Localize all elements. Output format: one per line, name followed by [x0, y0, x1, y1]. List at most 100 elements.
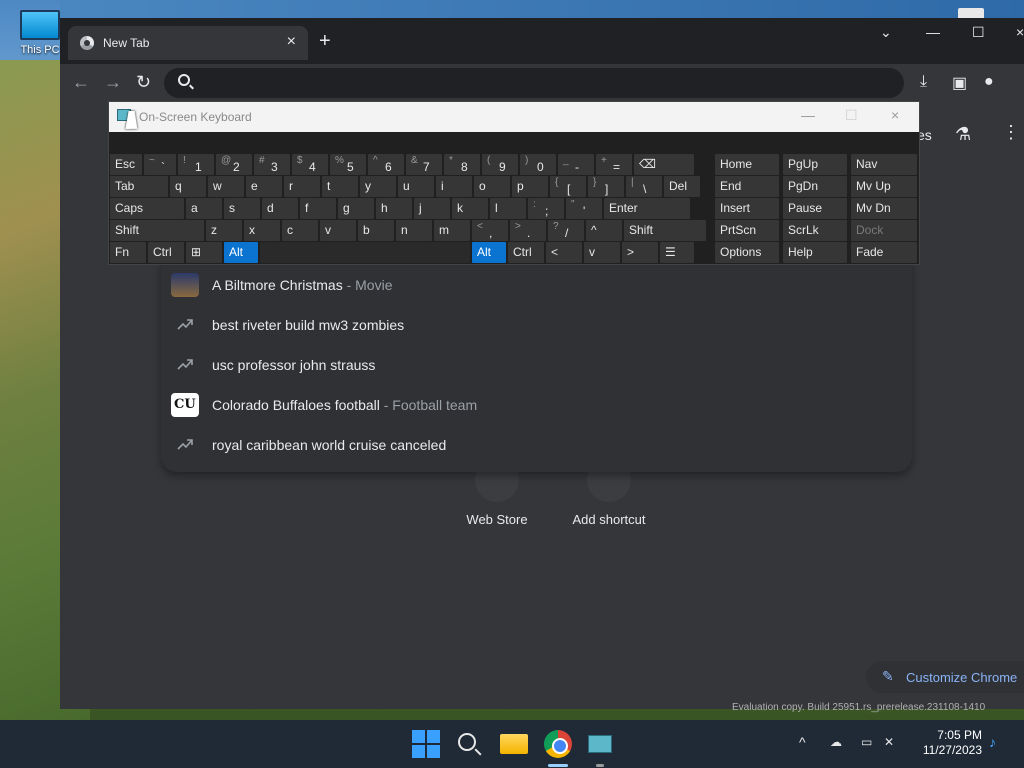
key-j[interactable]: j [414, 198, 450, 219]
key-options[interactable]: Options [715, 242, 779, 263]
key-a[interactable]: a [186, 198, 222, 219]
key-7[interactable]: & 7 [406, 154, 442, 175]
key-x[interactable]: x [244, 220, 280, 241]
key-g[interactable]: g [338, 198, 374, 219]
key-caps[interactable]: Caps [110, 198, 184, 219]
key-2[interactable]: @2 [216, 154, 252, 175]
key-c[interactable]: c [282, 220, 318, 241]
key-r3c8[interactable]: <, [472, 220, 508, 241]
key-mv-dn[interactable]: Mv Dn [851, 198, 917, 219]
tab-search-chevron-icon[interactable]: ⌄ [880, 24, 892, 41]
suggestion-item[interactable]: Colorado Buffaloes football - Football t… [161, 385, 912, 425]
key-v[interactable]: v [320, 220, 356, 241]
key-0[interactable]: ) 0 [520, 154, 556, 175]
key-h[interactable]: h [376, 198, 412, 219]
reload-icon[interactable]: ↻ [136, 72, 151, 93]
key-9[interactable]: (9 [482, 154, 518, 175]
key-alt[interactable]: Alt [472, 242, 506, 263]
key-b[interactable]: b [358, 220, 394, 241]
osk-title-bar[interactable]: On-Screen Keyboard — ☐ × [109, 102, 919, 132]
apps-grid-icon[interactable]: ⋮⋮ [1002, 122, 1024, 143]
maximize-button[interactable]: ☐ [972, 24, 985, 41]
key-d[interactable]: d [262, 198, 298, 219]
key-n[interactable]: n [396, 220, 432, 241]
osk-maximize-button[interactable]: ☐ [845, 107, 858, 124]
new-tab-button[interactable]: + [319, 31, 331, 51]
key-f[interactable]: f [300, 198, 336, 219]
key-end[interactable]: End [715, 176, 779, 197]
suggestion-item[interactable]: best riveter build mw3 zombies [161, 305, 912, 345]
key-r1c13[interactable]: | \ [626, 176, 662, 197]
osk-minimize-button[interactable]: — [801, 107, 815, 123]
key-r1c11[interactable]: {[ [550, 176, 586, 197]
key-u[interactable]: u [398, 176, 434, 197]
key-t[interactable]: t [322, 176, 358, 197]
chrome-taskbar-icon[interactable] [544, 730, 572, 758]
key-del[interactable]: Del [664, 176, 700, 197]
key-r0c1[interactable]: ~ ` [144, 154, 176, 175]
key-r4c10[interactable]: ☰ [660, 242, 694, 263]
key-8[interactable]: * 8 [444, 154, 480, 175]
key-home[interactable]: Home [715, 154, 779, 175]
key-pgup[interactable]: PgUp [783, 154, 847, 175]
key-r4c4[interactable] [260, 242, 470, 263]
key-r3c10[interactable]: ? / [548, 220, 584, 241]
key-1[interactable]: ! 1 [178, 154, 214, 175]
side-panel-icon[interactable]: ▣ [952, 73, 967, 93]
key-r2c10[interactable]: :; [528, 198, 564, 219]
key-ctrl[interactable]: Ctrl [508, 242, 544, 263]
key-alt[interactable]: Alt [224, 242, 258, 263]
key-scrlk[interactable]: ScrLk [783, 220, 847, 241]
omnibox-search-input[interactable] [164, 68, 904, 98]
key-v[interactable]: v [584, 242, 620, 263]
clock[interactable]: 7:05 PM 11/27/2023 [912, 728, 982, 758]
key-z[interactable]: z [206, 220, 242, 241]
key-6[interactable]: ^ 6 [368, 154, 404, 175]
key-e[interactable]: e [246, 176, 282, 197]
file-explorer-icon[interactable] [500, 734, 528, 754]
suggestion-item[interactable]: A Biltmore Christmas - Movie [161, 265, 912, 305]
key-5[interactable]: % 5 [330, 154, 366, 175]
volume-muted-icon[interactable]: ✕ [884, 735, 894, 749]
forward-arrow-icon[interactable]: → [104, 72, 122, 93]
key-l[interactable]: l [490, 198, 526, 219]
key-r2c11[interactable]: " ' [566, 198, 602, 219]
suggestion-item[interactable]: royal caribbean world cruise canceled [161, 425, 912, 465]
labs-flask-icon[interactable]: ⚗ [955, 124, 971, 145]
key-k[interactable]: k [452, 198, 488, 219]
key-r1c12[interactable]: }] [588, 176, 624, 197]
network-icon[interactable]: ▭ [861, 735, 872, 749]
key-help[interactable]: Help [783, 242, 847, 263]
key-tab[interactable]: Tab [110, 176, 168, 197]
key-mv-up[interactable]: Mv Up [851, 176, 917, 197]
key-y[interactable]: y [360, 176, 396, 197]
key-m[interactable]: m [434, 220, 470, 241]
search-icon[interactable] [458, 733, 476, 751]
notification-bell-icon[interactable]: ♪ [989, 734, 996, 750]
key-pgdn[interactable]: PgDn [783, 176, 847, 197]
key-s[interactable]: s [224, 198, 260, 219]
osk-close-button[interactable]: × [891, 107, 899, 123]
key-fade[interactable]: Fade [851, 242, 917, 263]
key-3[interactable]: #3 [254, 154, 290, 175]
download-icon[interactable]: ⤓ [920, 73, 927, 91]
customize-chrome-button[interactable]: ✎ Customize Chrome [866, 661, 1024, 693]
key-r[interactable]: r [284, 176, 320, 197]
osk-taskbar-icon[interactable] [588, 735, 612, 753]
key-fn[interactable]: Fn [110, 242, 146, 263]
key-r0c14[interactable]: ⌫ [634, 154, 694, 175]
key-r4c2[interactable]: ⊞ [186, 242, 222, 263]
key-r0c13[interactable]: + = [596, 154, 632, 175]
close-tab-icon[interactable]: × [287, 33, 296, 51]
key-nav[interactable]: Nav [851, 154, 917, 175]
key-w[interactable]: w [208, 176, 244, 197]
key-dock[interactable]: Dock [851, 220, 917, 241]
tab-new-tab[interactable]: New Tab × [68, 26, 308, 60]
key-i[interactable]: i [436, 176, 472, 197]
key-esc[interactable]: Esc [110, 154, 142, 175]
key-r0c12[interactable]: _ - [558, 154, 594, 175]
profile-icon[interactable]: ● [984, 73, 994, 91]
key-r3c9[interactable]: >. [510, 220, 546, 241]
key-shift[interactable]: Shift [110, 220, 204, 241]
close-window-button[interactable]: × [1016, 24, 1024, 40]
